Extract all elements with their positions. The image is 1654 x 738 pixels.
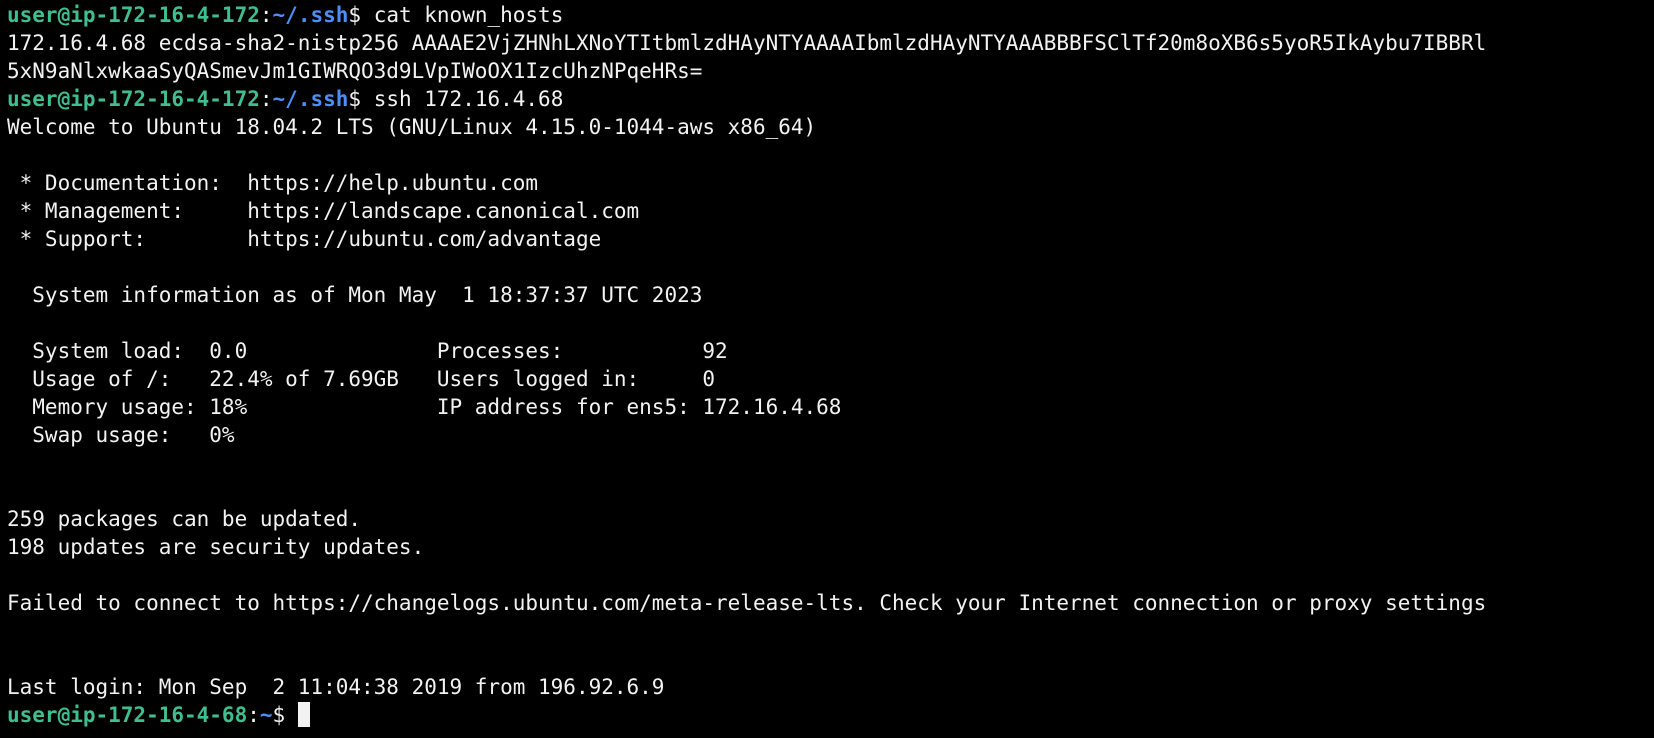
output-line-known-hosts-2: 5xN9aNlxwkaaSyQASmevJm1GIWRQO3d9LVpIWoOX…	[7, 59, 703, 83]
prompt-dollar: $	[348, 3, 374, 27]
failed-connect-line: Failed to connect to https://changelogs.…	[7, 591, 1487, 615]
prompt-line: user@ip-172-16-4-172:~/.ssh$ cat known_h…	[7, 1, 1654, 29]
sysinfo-header: System information as of Mon May 1 18:37…	[7, 283, 703, 307]
prompt-colon: :	[247, 703, 260, 727]
sysinfo-row: Memory usage: 18% IP address for ens5: 1…	[7, 395, 842, 419]
prompt-path: ~	[259, 703, 273, 727]
prompt-dollar: $	[348, 87, 374, 111]
active-prompt-line[interactable]: user@ip-172-16-4-68:~$	[7, 701, 1654, 729]
prompt-path: ~/.ssh	[272, 3, 349, 27]
prompt-path: ~/.ssh	[272, 87, 349, 111]
sysinfo-row: System load: 0.0 Processes: 92	[7, 339, 728, 363]
prompt-dollar: $	[272, 703, 298, 727]
text-cursor[interactable]	[297, 702, 310, 727]
welcome-line: Welcome to Ubuntu 18.04.2 LTS (GNU/Linux…	[7, 115, 817, 139]
support-line: * Support: https://ubuntu.com/advantage	[7, 227, 602, 251]
management-line: * Management: https://landscape.canonica…	[7, 199, 640, 223]
last-login-line: Last login: Mon Sep 2 11:04:38 2019 from…	[7, 675, 665, 699]
prompt-line: user@ip-172-16-4-172:~/.ssh$ ssh 172.16.…	[7, 85, 1654, 113]
output-line-known-hosts-1: 172.16.4.68 ecdsa-sha2-nistp256 AAAAE2Vj…	[7, 31, 1487, 55]
sysinfo-row: Swap usage: 0%	[7, 423, 235, 447]
prompt-colon: :	[259, 87, 273, 111]
prompt-colon: :	[259, 3, 273, 27]
sysinfo-row: Usage of /: 22.4% of 7.69GB Users logged…	[7, 367, 716, 391]
security-updates-line: 198 updates are security updates.	[7, 535, 425, 559]
terminal-window[interactable]: user@ip-172-16-4-172:~/.ssh$ cat known_h…	[0, 0, 1654, 738]
prompt-user-host: user@ip-172-16-4-68	[7, 703, 248, 727]
prompt-user-host: user@ip-172-16-4-172	[7, 3, 260, 27]
documentation-line: * Documentation: https://help.ubuntu.com	[7, 171, 539, 195]
prompt-user-host: user@ip-172-16-4-172	[7, 87, 260, 111]
packages-line: 259 packages can be updated.	[7, 507, 362, 531]
command-text: cat known_hosts	[373, 3, 564, 27]
command-text: ssh 172.16.4.68	[373, 87, 564, 111]
